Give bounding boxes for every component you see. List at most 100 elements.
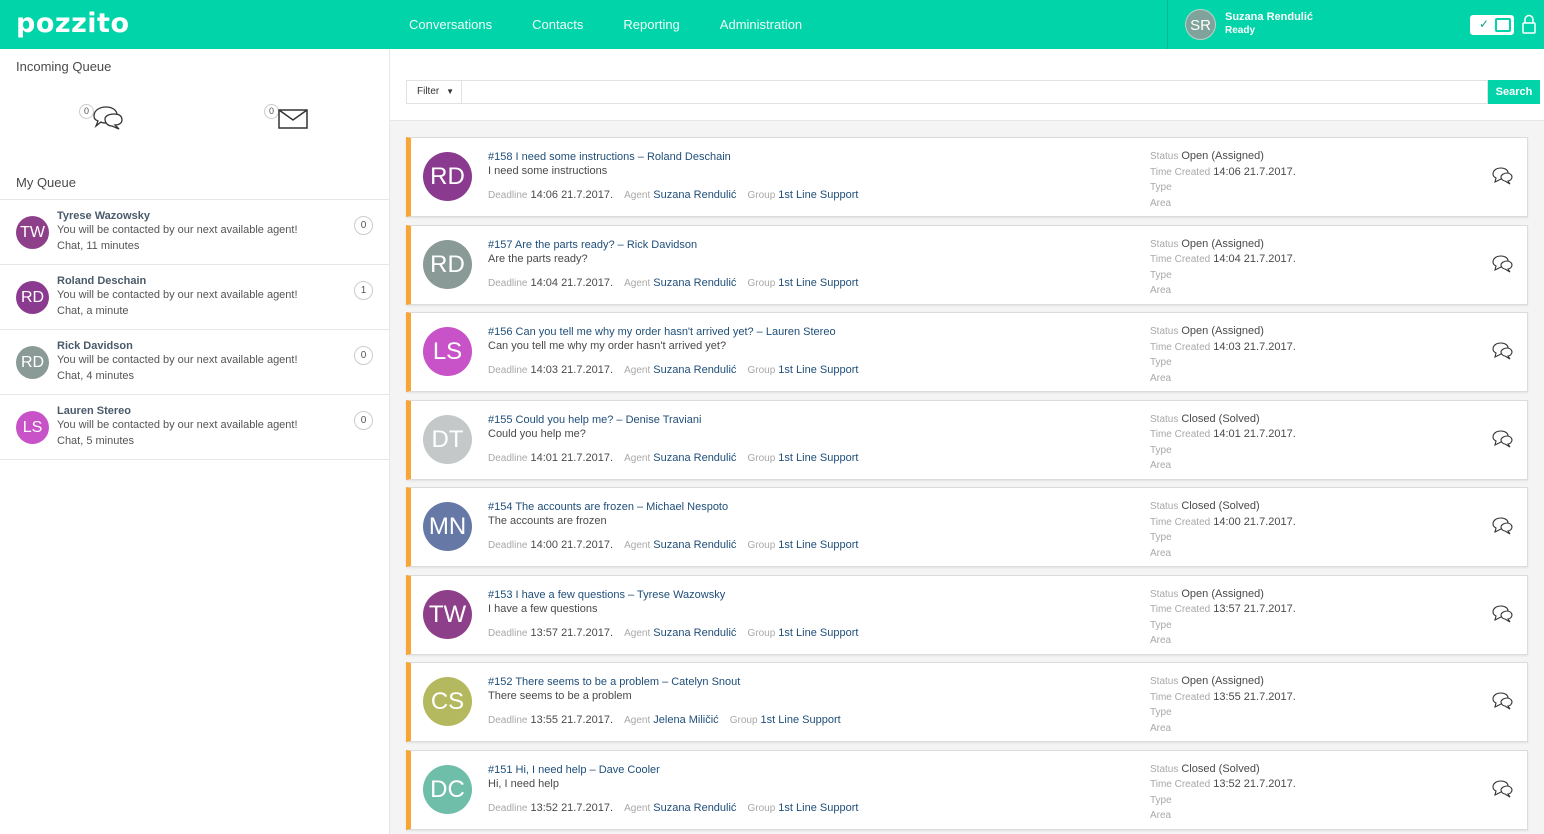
area-label: Area bbox=[1150, 285, 1172, 296]
ticket-details: Status Open (Assigned) Time Created 14:03 … bbox=[1150, 324, 1296, 386]
list-item[interactable]: RD Roland Deschain You will be contacted… bbox=[0, 265, 389, 330]
group-label: Group bbox=[747, 277, 776, 289]
agent-link[interactable]: Suzana Rendulić bbox=[653, 539, 736, 551]
time-created-value: 13:55 21.7.2017. bbox=[1213, 690, 1296, 703]
agent-link[interactable]: Suzana Rendulić bbox=[653, 277, 736, 289]
user-status: Ready bbox=[1225, 25, 1256, 36]
group-link[interactable]: 1st Line Support bbox=[778, 539, 858, 551]
ticket-title[interactable]: #155 Could you help me? – Denise Travian… bbox=[488, 414, 701, 426]
envelope-icon[interactable] bbox=[278, 109, 308, 129]
area-label: Area bbox=[1150, 722, 1172, 734]
ticket-subject: There seems to be a problem bbox=[488, 690, 632, 702]
ticket-details: Status Closed (Solved) Time Created 14:00 … bbox=[1150, 499, 1296, 561]
ticket-details: Status Closed (Solved) Time Created 13:52 … bbox=[1150, 762, 1296, 824]
agent-link[interactable]: Suzana Rendulić bbox=[653, 364, 736, 376]
ticket-title[interactable]: #157 Are the parts ready? – Rick Davidso… bbox=[488, 239, 697, 251]
ticket-title[interactable]: #154 The accounts are frozen – Michael N… bbox=[488, 501, 728, 513]
status-value: Open (Assigned) bbox=[1181, 150, 1264, 162]
chat-icon[interactable] bbox=[1491, 516, 1513, 536]
area-label: Area bbox=[1150, 197, 1172, 209]
ticket-title[interactable]: #152 There seems to be a problem – Catel… bbox=[488, 676, 740, 688]
agent-label: Agent bbox=[624, 715, 651, 726]
type-label: Type bbox=[1150, 707, 1172, 718]
ticket-title[interactable]: #151 Hi, I need help – Dave Cooler bbox=[488, 764, 660, 776]
avatar: RD bbox=[16, 346, 49, 379]
avatar[interactable]: SR bbox=[1185, 9, 1216, 40]
ticket-card[interactable]: MN #154 The accounts are frozen – Michae… bbox=[406, 487, 1528, 567]
group-link[interactable]: 1st Line Support bbox=[761, 714, 841, 726]
group-link[interactable]: 1st Line Support bbox=[778, 802, 858, 814]
count-badge: 0 bbox=[354, 346, 373, 365]
deadline-label: Deadline bbox=[488, 190, 528, 201]
status-value: Closed (Solved) bbox=[1181, 762, 1260, 775]
list-item[interactable]: LS Lauren Stereo You will be contacted b… bbox=[0, 395, 389, 460]
chat-icon[interactable] bbox=[1491, 779, 1513, 799]
status-label: Status bbox=[1150, 326, 1179, 337]
ticket-title[interactable]: #153 I have a few questions – Tyrese Waz… bbox=[488, 589, 725, 601]
ticket-card[interactable]: DC #151 Hi, I need help – Dave Cooler Hi… bbox=[406, 749, 1528, 830]
search-input[interactable] bbox=[462, 80, 1488, 104]
chat-icon[interactable] bbox=[1491, 166, 1513, 186]
group-link[interactable]: 1st Line Support bbox=[778, 364, 858, 376]
area-label: Area bbox=[1150, 547, 1172, 559]
ticket-details: Status Open (Assigned) Time Created 13:57 … bbox=[1150, 587, 1296, 649]
contact-name: Lauren Stereo bbox=[57, 405, 131, 417]
ticket-title[interactable]: #158 I need some instructions – Roland D… bbox=[488, 151, 731, 163]
list-item[interactable]: RD Rick Davidson You will be contacted b… bbox=[0, 330, 389, 395]
list-item[interactable]: TW Tyrese Wazowsky You will be contacted… bbox=[0, 200, 389, 265]
group-link[interactable]: 1st Line Support bbox=[778, 189, 858, 201]
nav-reporting[interactable]: Reporting bbox=[603, 0, 699, 49]
ready-toggle[interactable]: ✓ bbox=[1470, 15, 1514, 35]
chat-icon[interactable] bbox=[1491, 691, 1513, 711]
avatar: RD bbox=[16, 281, 49, 314]
time-created-value: 13:57 21.7.2017. bbox=[1213, 603, 1296, 615]
agent-link[interactable]: Suzana Rendulić bbox=[653, 802, 736, 814]
search-button[interactable]: Search bbox=[1488, 80, 1540, 104]
chat-icon[interactable] bbox=[1491, 341, 1513, 361]
contact-name: Tyrese Wazowsky bbox=[57, 210, 150, 222]
ticket-card[interactable]: TW #153 I have a few questions – Tyrese … bbox=[406, 574, 1528, 655]
top-bar: pozzito Conversations Contacts Reporting… bbox=[0, 0, 1544, 49]
ticket-meta: Deadline 14:04 21.7.2017. Agent Suzana Ren… bbox=[488, 277, 866, 289]
ticket-card[interactable]: RD #157 Are the parts ready? – Rick Davi… bbox=[406, 224, 1528, 305]
caret-down-icon: ▼ bbox=[446, 87, 454, 96]
count-badge: 0 bbox=[354, 216, 373, 235]
nav-administration[interactable]: Administration bbox=[700, 0, 822, 49]
agent-link[interactable]: Suzana Rendulić bbox=[653, 189, 736, 201]
type-label: Type bbox=[1150, 182, 1172, 193]
deadline-value: 14:00 21.7.2017. bbox=[530, 539, 614, 551]
avatar: RD bbox=[423, 152, 472, 201]
status-value: Closed (Solved) bbox=[1181, 412, 1260, 425]
avatar: RD bbox=[423, 239, 472, 289]
agent-label: Agent bbox=[624, 540, 651, 551]
agent-link[interactable]: Suzana Rendulić bbox=[653, 452, 736, 464]
deadline-label: Deadline bbox=[488, 452, 528, 464]
status-label: Status bbox=[1150, 501, 1179, 512]
agent-label: Agent bbox=[624, 452, 651, 464]
agent-link[interactable]: Jelena Miličić bbox=[653, 714, 718, 726]
toggle-knob bbox=[1495, 18, 1511, 32]
chat-icon[interactable] bbox=[1491, 429, 1513, 449]
lock-icon[interactable] bbox=[1521, 14, 1537, 34]
ticket-title[interactable]: #156 Can you tell me why my order hasn't… bbox=[488, 326, 836, 338]
group-link[interactable]: 1st Line Support bbox=[778, 277, 858, 289]
agent-link[interactable]: Suzana Rendulić bbox=[653, 627, 736, 639]
status-value: Open (Assigned) bbox=[1181, 325, 1264, 337]
ticket-card[interactable]: RD #158 I need some instructions – Rolan… bbox=[406, 137, 1528, 217]
app-logo[interactable]: pozzito bbox=[16, 9, 130, 39]
filter-dropdown[interactable]: Filter ▼ bbox=[406, 80, 462, 104]
ticket-card[interactable]: LS #156 Can you tell me why my order has… bbox=[406, 312, 1528, 392]
group-link[interactable]: 1st Line Support bbox=[778, 627, 858, 639]
ticket-card[interactable]: CS #152 There seems to be a problem – Ca… bbox=[406, 662, 1528, 742]
time-created-value: 14:04 21.7.2017. bbox=[1213, 253, 1296, 265]
nav-conversations[interactable]: Conversations bbox=[389, 0, 512, 49]
group-link[interactable]: 1st Line Support bbox=[778, 452, 858, 464]
chat-icon[interactable] bbox=[1491, 604, 1513, 624]
ticket-card[interactable]: DT #155 Could you help me? – Denise Trav… bbox=[406, 399, 1528, 480]
avatar: TW bbox=[423, 589, 472, 639]
chat-icon[interactable] bbox=[91, 105, 123, 131]
incoming-email-count: 0 bbox=[264, 104, 279, 119]
queue-message: You will be contacted by our next availa… bbox=[57, 419, 298, 431]
chat-icon[interactable] bbox=[1491, 254, 1513, 274]
nav-contacts[interactable]: Contacts bbox=[512, 0, 603, 49]
